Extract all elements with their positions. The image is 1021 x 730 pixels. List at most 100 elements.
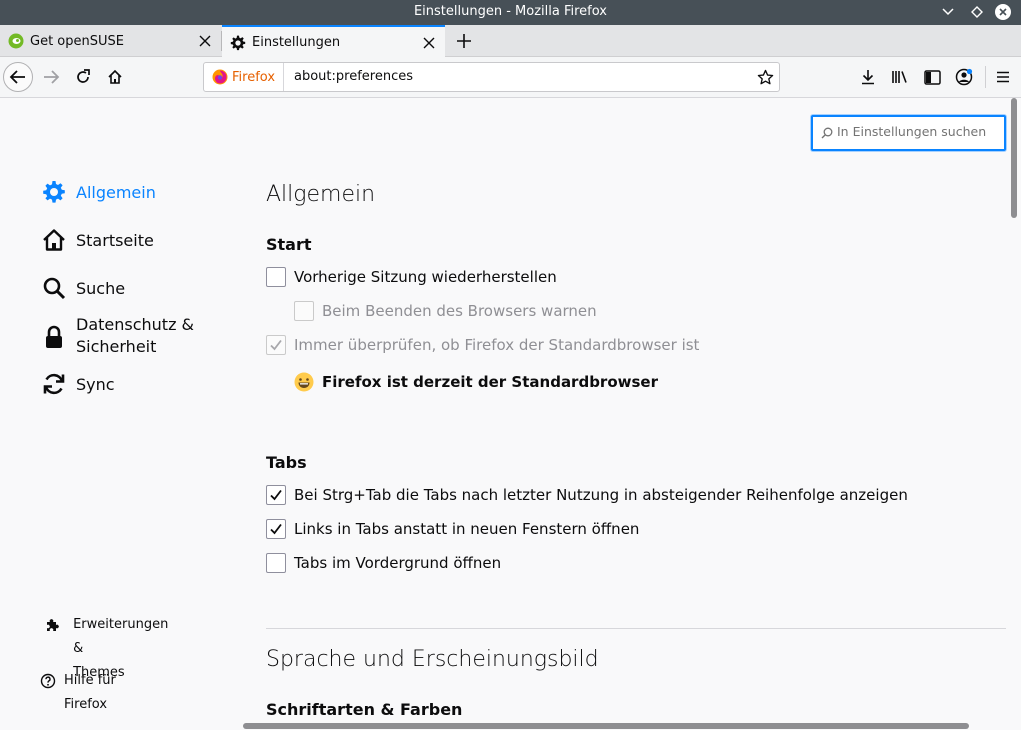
start-heading: Start — [266, 235, 312, 254]
category-sync[interactable]: Sync — [40, 370, 115, 398]
identity-box[interactable]: Firefox — [204, 63, 285, 91]
links-in-tabs-option[interactable]: Links in Tabs anstatt in neuen Fenstern … — [266, 519, 639, 539]
restore-session-option[interactable]: Vorherige Sitzung wiederherstellen — [266, 267, 557, 287]
links-in-tabs-checkbox[interactable] — [266, 519, 286, 539]
warn-on-quit-option[interactable]: Beim Beenden des Browsers warnen — [294, 301, 597, 321]
vertical-scrollbar[interactable] — [1011, 98, 1017, 218]
page-title: Allgemein — [266, 182, 376, 207]
checkmark-icon — [270, 339, 282, 351]
lock-icon — [40, 323, 68, 351]
minimize-button[interactable] — [938, 2, 958, 22]
tab-get-opensuse[interactable]: Get openSUSE — [0, 25, 221, 57]
library-button[interactable] — [889, 66, 911, 88]
help-link[interactable]: Hilfe für Firefox — [40, 669, 119, 717]
restore-session-label: Vorherige Sitzung wiederherstellen — [294, 268, 557, 286]
foreground-tabs-label: Tabs im Vordergrund öffnen — [294, 554, 502, 572]
reload-icon — [77, 69, 90, 83]
back-button[interactable] — [3, 62, 33, 92]
category-privacy[interactable]: Datenschutz & Sicherheit — [40, 314, 194, 358]
opensuse-icon — [8, 33, 24, 49]
new-tab-button[interactable] — [452, 29, 476, 53]
library-icon — [892, 71, 907, 83]
tab-close-button[interactable] — [195, 31, 215, 51]
home-icon — [108, 69, 122, 84]
category-home[interactable]: Startseite — [40, 226, 154, 254]
preferences-search-box[interactable] — [811, 115, 1006, 151]
warn-on-quit-label: Beim Beenden des Browsers warnen — [322, 302, 597, 320]
search-input[interactable] — [837, 124, 1002, 139]
puzzle-icon — [40, 613, 65, 637]
url-text[interactable]: about:preferences — [294, 69, 413, 84]
account-icon — [955, 68, 973, 86]
links-in-tabs-label: Links in Tabs anstatt in neuen Fenstern … — [294, 520, 640, 538]
ctrl-tab-checkbox[interactable] — [266, 485, 286, 505]
horizontal-scrollbar[interactable] — [243, 723, 969, 729]
arrow-left-icon — [9, 70, 25, 84]
star-icon — [757, 69, 773, 84]
download-icon — [862, 70, 874, 85]
category-label-line2: Sicherheit — [76, 337, 157, 356]
tab-label: Einstellungen — [252, 35, 341, 50]
help-icon — [40, 669, 56, 693]
close-icon — [423, 37, 435, 48]
foreground-tabs-checkbox[interactable] — [266, 553, 286, 573]
nav-toolbar: Firefox about:preferences — [0, 57, 1021, 98]
sync-icon — [40, 370, 68, 398]
sidebar-button[interactable] — [921, 66, 943, 88]
url-bar[interactable]: Firefox about:preferences — [203, 62, 780, 92]
search-icon — [40, 274, 68, 302]
tab-close-button[interactable] — [419, 33, 439, 53]
preferences-content: Allgemein Startseite Suche Datenschutz &… — [0, 98, 1021, 730]
search-icon — [821, 127, 833, 139]
ctrl-tab-label: Bei Strg+Tab die Tabs nach letzter Nutzu… — [294, 486, 908, 504]
check-default-option[interactable]: Immer überprüfen, ob Firefox der Standar… — [266, 335, 699, 355]
foreground-tabs-option[interactable]: Tabs im Vordergrund öffnen — [266, 553, 501, 573]
menu-button[interactable] — [992, 66, 1014, 88]
category-label: Allgemein — [76, 182, 156, 202]
identity-label: Firefox — [232, 69, 276, 85]
diamond-icon — [971, 6, 983, 18]
hamburger-menu-icon — [997, 71, 1009, 83]
check-default-checkbox[interactable] — [266, 335, 286, 355]
reload-button[interactable] — [68, 62, 98, 92]
tab-label: Get openSUSE — [30, 33, 124, 49]
category-label-line1: Datenschutz & — [76, 315, 195, 334]
plus-icon — [457, 34, 471, 48]
checkmark-icon — [270, 489, 282, 501]
downloads-button[interactable] — [857, 66, 879, 88]
tab-einstellungen[interactable]: Einstellungen — [222, 25, 445, 58]
warn-on-quit-checkbox[interactable] — [294, 301, 314, 321]
window-title: Einstellungen - Mozilla Firefox — [413, 4, 608, 19]
gear-icon — [40, 178, 68, 206]
home-button[interactable] — [100, 62, 130, 92]
check-default-label: Immer überprüfen, ob Firefox der Standar… — [294, 336, 700, 354]
arrow-right-icon — [44, 70, 60, 84]
category-search[interactable]: Suche — [40, 274, 125, 302]
bookmark-star-button[interactable] — [755, 67, 775, 87]
category-general[interactable]: Allgemein — [40, 178, 156, 206]
home-icon — [40, 226, 68, 254]
maximize-button[interactable] — [967, 2, 987, 22]
close-window-button[interactable] — [993, 2, 1013, 22]
close-icon — [995, 4, 1011, 20]
checkmark-icon — [270, 523, 282, 535]
tab-strip: Get openSUSE Einstellungen — [0, 25, 1021, 58]
forward-button[interactable] — [36, 62, 66, 92]
chevron-down-icon — [942, 8, 954, 16]
language-heading: Sprache und Erscheinungsbild — [266, 647, 599, 672]
ctrl-tab-option[interactable]: Bei Strg+Tab die Tabs nach letzter Nutzu… — [266, 485, 908, 505]
default-browser-text: Firefox ist derzeit der Standardbrowser — [322, 373, 658, 391]
category-label: Suche — [76, 278, 126, 298]
gear-icon — [230, 35, 246, 51]
account-button[interactable] — [953, 66, 975, 88]
sidebar-icon — [923, 69, 941, 85]
smiley-icon — [294, 372, 314, 392]
section-divider — [266, 628, 1006, 629]
category-label: Sync — [76, 374, 115, 394]
firefox-logo-icon — [212, 69, 228, 85]
fonts-heading: Schriftarten & Farben — [266, 700, 463, 719]
restore-session-checkbox[interactable] — [266, 267, 286, 287]
addons-label-line1: Erweiterungen & — [73, 617, 169, 656]
window-titlebar: Einstellungen - Mozilla Firefox — [0, 0, 1021, 25]
tabs-heading: Tabs — [266, 453, 307, 472]
